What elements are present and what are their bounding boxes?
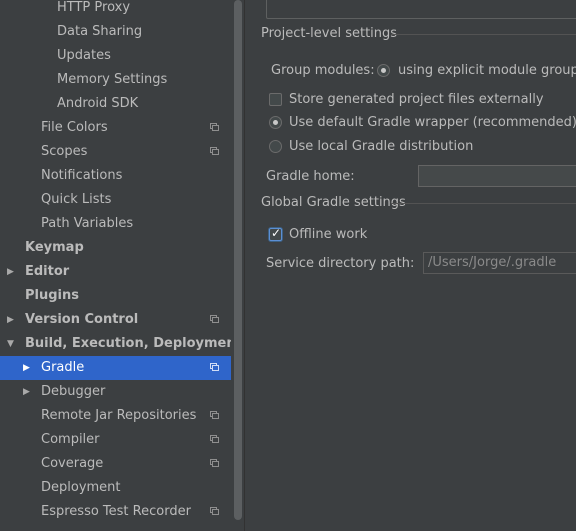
gradle-home-label: Gradle home: <box>266 169 355 184</box>
project-scope-icon <box>210 435 219 443</box>
expand-arrow-icon[interactable]: ▶ <box>23 380 30 404</box>
tree-item-coverage[interactable]: Coverage <box>0 452 231 476</box>
tree-item-data-sharing[interactable]: Data Sharing <box>0 20 231 44</box>
project-settings-header: Project-level settings <box>261 26 398 41</box>
tree-item-label: Debugger <box>41 384 106 399</box>
tree-item-label: Keymap <box>25 240 84 255</box>
tree-item-label: Deployment <box>41 480 121 495</box>
tree-item-label: HTTP Proxy <box>57 0 131 15</box>
tree-item-notifications[interactable]: Notifications <box>0 164 231 188</box>
tree-item-keymap[interactable]: Keymap <box>0 236 231 260</box>
checkmark-icon: ✓ <box>271 226 282 240</box>
settings-tree: HTTP Proxy Data Sharing Updates Memory S… <box>0 0 231 531</box>
tree-item-remote-jar-repositories[interactable]: Remote Jar Repositories <box>0 404 231 428</box>
project-scope-icon <box>210 411 219 419</box>
group-modules-option-label: using explicit module groups <box>398 63 576 78</box>
project-scope-icon <box>210 459 219 467</box>
tree-item-version-control[interactable]: ▶ Version Control <box>0 308 231 332</box>
gradle-home-field[interactable] <box>418 165 576 187</box>
tree-item-plugins[interactable]: Plugins <box>0 284 231 308</box>
tree-item-label: Updates <box>57 48 111 63</box>
tree-item-file-colors[interactable]: File Colors <box>0 116 231 140</box>
tree-item-path-variables[interactable]: Path Variables <box>0 212 231 236</box>
gradle-settings-panel: Project-level settings Group modules: us… <box>246 0 576 531</box>
project-scope-icon <box>210 315 219 323</box>
tree-item-quick-lists[interactable]: Quick Lists <box>0 188 231 212</box>
tree-item-label: Remote Jar Repositories <box>41 408 197 423</box>
linked-projects-list[interactable] <box>266 0 576 19</box>
tree-item-label: Android SDK <box>57 96 139 111</box>
tree-item-compiler[interactable]: Compiler <box>0 428 231 452</box>
group-modules-radio[interactable] <box>377 64 390 77</box>
service-directory-label: Service directory path: <box>266 256 415 271</box>
local-distribution-radio[interactable] <box>269 140 282 153</box>
store-externally-label: Store generated project files externally <box>289 92 544 107</box>
project-scope-icon <box>210 363 219 371</box>
tree-item-label: Compiler <box>41 432 100 447</box>
service-directory-field[interactable]: /Users/Jorge/.gradle <box>423 252 576 274</box>
project-scope-icon <box>210 147 219 155</box>
tree-item-editor[interactable]: ▶ Editor <box>0 260 231 284</box>
tree-item-label: File Colors <box>41 120 108 135</box>
tree-item-label: Data Sharing <box>57 24 143 39</box>
tree-item-label: Build, Execution, Deployment <box>25 336 231 351</box>
collapse-arrow-icon[interactable]: ▼ <box>7 332 14 356</box>
tree-item-android-sdk[interactable]: Android SDK <box>0 92 231 116</box>
expand-arrow-icon[interactable]: ▶ <box>23 356 30 380</box>
tree-item-label: Quick Lists <box>41 192 112 207</box>
offline-work-checkbox[interactable]: ✓ <box>269 226 282 241</box>
section-divider <box>391 203 576 204</box>
tree-item-debugger[interactable]: ▶ Debugger <box>0 380 231 404</box>
tree-item-espresso-test-recorder[interactable]: Espresso Test Recorder <box>0 500 231 524</box>
tree-item-deployment[interactable]: Deployment <box>0 476 231 500</box>
expand-arrow-icon[interactable]: ▶ <box>7 308 14 332</box>
tree-item-memory-settings[interactable]: Memory Settings <box>0 68 231 92</box>
default-wrapper-radio[interactable] <box>269 116 282 129</box>
local-distribution-label: Use local Gradle distribution <box>289 139 474 154</box>
tree-item-label: Plugins <box>25 288 79 303</box>
tree-item-label: Gradle <box>41 360 85 375</box>
project-scope-icon <box>210 507 219 515</box>
tree-item-updates[interactable]: Updates <box>0 44 231 68</box>
sidebar-scrollbar-thumb[interactable] <box>234 0 242 520</box>
tree-item-label: Notifications <box>41 168 123 183</box>
tree-item-label: Memory Settings <box>57 72 168 87</box>
tree-item-build-execution-deployment[interactable]: ▼ Build, Execution, Deployment <box>0 332 231 356</box>
tree-item-label: Version Control <box>25 312 139 327</box>
tree-item-http-proxy[interactable]: HTTP Proxy <box>0 0 231 20</box>
tree-item-label: Path Variables <box>41 216 134 231</box>
global-settings-header: Global Gradle settings <box>261 195 406 210</box>
tree-item-gradle[interactable]: ▶ Gradle <box>0 356 231 380</box>
group-modules-label: Group modules: <box>271 63 375 78</box>
section-divider <box>391 34 576 35</box>
tree-item-label: Scopes <box>41 144 88 159</box>
tree-item-scopes[interactable]: Scopes <box>0 140 231 164</box>
tree-item-label: Editor <box>25 264 70 279</box>
store-externally-checkbox[interactable] <box>269 93 282 106</box>
expand-arrow-icon[interactable]: ▶ <box>7 260 14 284</box>
tree-item-label: Espresso Test Recorder <box>41 504 191 519</box>
offline-work-label: Offline work <box>289 227 368 242</box>
project-scope-icon <box>210 123 219 131</box>
default-wrapper-label: Use default Gradle wrapper (recommended) <box>289 115 576 130</box>
tree-item-label: Coverage <box>41 456 104 471</box>
